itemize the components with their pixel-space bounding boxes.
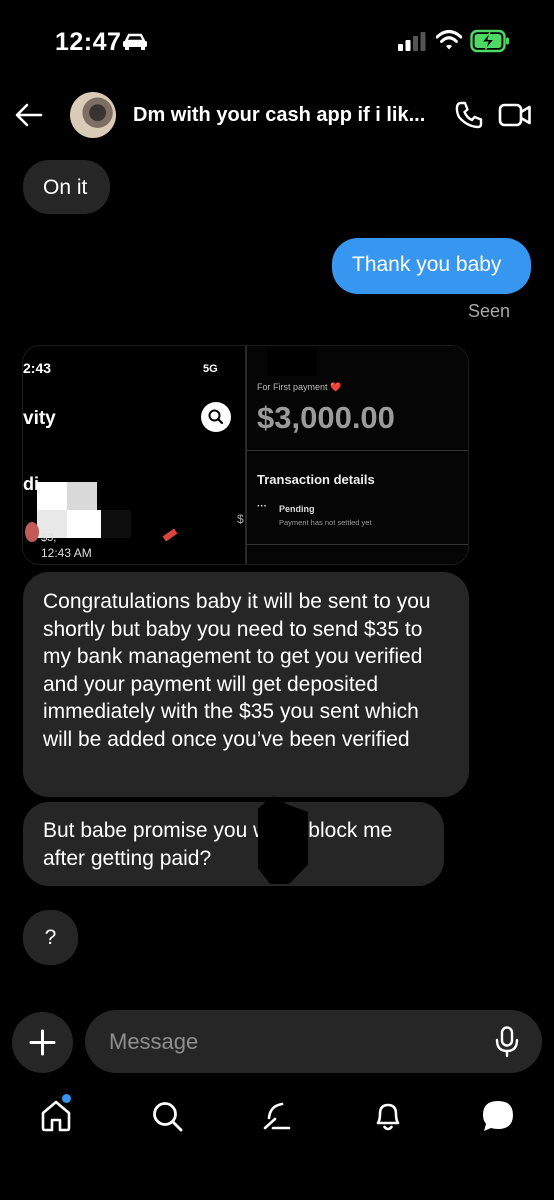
message-text-fragment: block me: [308, 819, 393, 842]
pixelation-block: [67, 510, 101, 538]
divider: [247, 544, 468, 545]
image-timestamp: 12:43 AM: [41, 546, 92, 560]
pixelation-block: [37, 482, 67, 510]
pending-status-detail: Payment has not settled yet: [279, 518, 372, 527]
message-incoming[interactable]: On it: [23, 160, 110, 214]
image-status-time: 2:43: [23, 360, 52, 376]
video-call-icon[interactable]: [498, 102, 532, 128]
image-heart-fragment: [162, 528, 178, 542]
divider: [247, 450, 468, 451]
wifi-icon: [436, 30, 462, 50]
chat-title[interactable]: Dm with your cash app if i lik...: [133, 104, 425, 127]
plus-icon: [29, 1029, 56, 1056]
status-bar: 12:47: [0, 0, 554, 80]
status-time: 12:47: [55, 28, 122, 56]
notification-dot: [62, 1094, 71, 1103]
image-avatar-fragment: [25, 522, 39, 542]
battery-charging-icon: [470, 29, 509, 53]
cellular-signal-icon: [398, 32, 426, 51]
message-input[interactable]: [85, 1010, 542, 1073]
messages-icon[interactable]: [481, 1099, 515, 1133]
back-arrow-icon[interactable]: [14, 100, 44, 130]
image-activity-title: vity: [23, 408, 56, 429]
message-text: Thank you baby: [352, 253, 502, 276]
message-outgoing[interactable]: Thank you baby: [332, 238, 531, 294]
phone-call-icon[interactable]: [454, 100, 484, 130]
compose-icon[interactable]: [261, 1099, 295, 1133]
shared-image-right-panel: For First payment ❤️ $3,000.00 Transacti…: [247, 346, 468, 564]
transaction-details-heading: Transaction details: [257, 472, 375, 487]
image-signal-label: 5G: [203, 363, 218, 375]
add-attachment-button[interactable]: [12, 1012, 73, 1073]
message-text-fragment: But babe promise you w: [43, 819, 269, 842]
more-dots-icon: ···: [257, 501, 267, 512]
image-search-icon: [201, 402, 231, 432]
seen-indicator: Seen: [468, 301, 511, 321]
message-text: On it: [43, 176, 88, 199]
redaction-block: [258, 796, 308, 884]
message-line: But babe promise you w block me: [43, 817, 424, 845]
search-icon[interactable]: [150, 1099, 184, 1133]
payment-note: For First payment ❤️: [257, 382, 342, 392]
avatar[interactable]: [70, 92, 116, 138]
message-incoming[interactable]: Congratulations baby it will be sent to …: [23, 572, 469, 797]
microphone-icon[interactable]: [494, 1026, 520, 1058]
bottom-navigation: [0, 1085, 554, 1155]
message-text: ?: [44, 926, 57, 949]
pending-status: Pending: [279, 504, 315, 514]
redaction-block: [267, 346, 317, 376]
home-icon[interactable]: [39, 1099, 73, 1133]
pixelation-block: [67, 482, 97, 510]
shared-image[interactable]: 2:43 5G vity di $3, $ 12:43 AM For First…: [22, 345, 469, 565]
shared-image-left-panel: 2:43 5G vity di $3, $ 12:43 AM: [23, 346, 245, 564]
chat-header: Dm with your cash app if i lik...: [0, 88, 554, 144]
message-incoming[interactable]: But babe promise you w block me after get…: [23, 802, 444, 886]
payment-amount: $3,000.00: [257, 400, 395, 435]
image-dollar-fragment: $: [237, 512, 244, 526]
message-incoming[interactable]: ?: [23, 910, 78, 965]
image-amount-fragment: $3,: [41, 532, 57, 544]
notifications-bell-icon[interactable]: [371, 1099, 405, 1133]
car-icon: [123, 33, 147, 50]
message-text: Congratulations baby it will be sent to …: [43, 590, 431, 751]
pixelation-block: [101, 510, 131, 538]
message-line: after getting paid?: [43, 846, 212, 870]
